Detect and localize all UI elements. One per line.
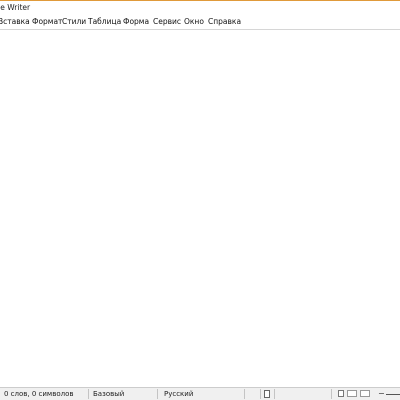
status-divider xyxy=(244,389,245,399)
status-divider xyxy=(157,389,158,399)
language[interactable]: Русский xyxy=(164,390,193,398)
status-bar: 0 слов, 0 символов Базовый Русский − xyxy=(0,387,400,400)
page-style[interactable]: Базовый xyxy=(93,390,124,398)
insert-mode-icon[interactable] xyxy=(249,391,256,398)
menu-window[interactable]: Окно xyxy=(184,17,204,26)
status-divider xyxy=(331,389,332,399)
menu-styles[interactable]: Стили xyxy=(62,17,86,26)
status-divider xyxy=(274,389,275,399)
word-count[interactable]: 0 слов, 0 символов xyxy=(4,390,74,398)
status-divider xyxy=(260,389,261,399)
book-view-icon[interactable] xyxy=(360,390,370,397)
menu-table[interactable]: Таблица xyxy=(88,17,121,26)
menu-tools[interactable]: Сервис xyxy=(153,17,181,26)
title-bar[interactable]: ice Writer xyxy=(0,0,400,16)
document-canvas[interactable] xyxy=(0,30,400,387)
menu-insert[interactable]: Вставка xyxy=(0,17,30,26)
multi-page-view-icon[interactable] xyxy=(347,390,357,397)
window-title: ice Writer xyxy=(0,3,31,12)
menu-help[interactable]: Справка xyxy=(208,17,241,26)
zoom-slider[interactable] xyxy=(386,394,400,395)
status-divider xyxy=(88,389,89,399)
menu-form[interactable]: Форма xyxy=(123,17,149,26)
menu-bar: Вставка Формат Стили Таблица Форма Серви… xyxy=(0,16,400,30)
menu-format[interactable]: Формат xyxy=(32,17,62,26)
single-page-view-icon[interactable] xyxy=(338,390,344,397)
selection-mode-icon[interactable] xyxy=(264,390,270,398)
zoom-out-icon[interactable]: − xyxy=(378,389,385,399)
writer-window: ice Writer Вставка Формат Стили Таблица … xyxy=(0,0,400,400)
